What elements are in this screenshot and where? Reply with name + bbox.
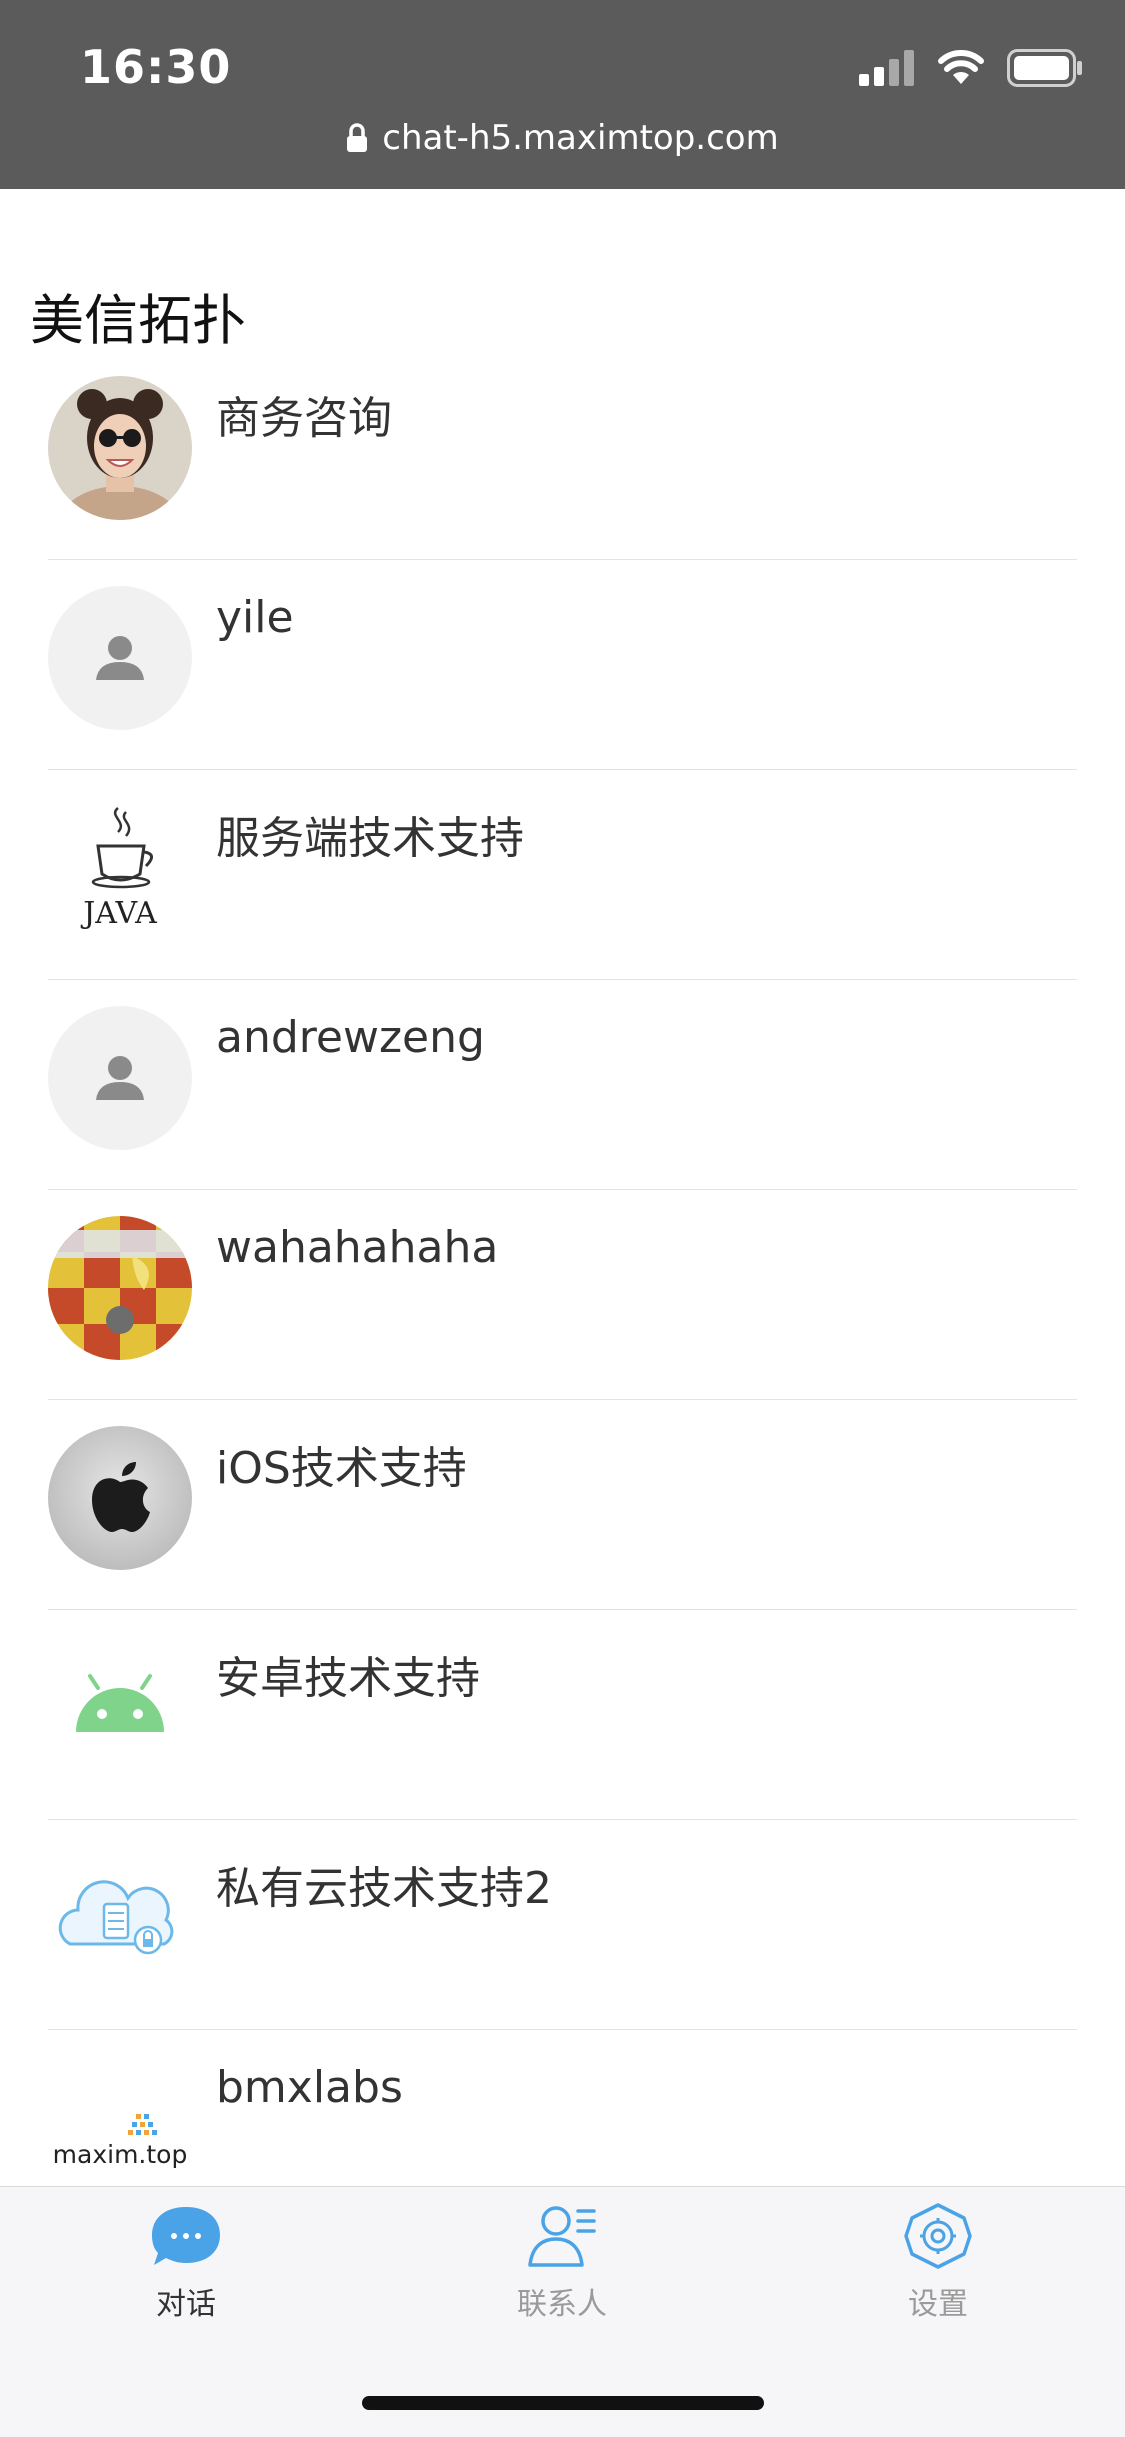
conversation-item[interactable]: 安卓技术支持 <box>0 1610 1125 1820</box>
java-logo-avatar: JAVA <box>48 796 192 940</box>
settings-gear-icon <box>838 2203 1038 2273</box>
page-title: 美信拓扑 <box>30 289 246 352</box>
lock-icon <box>346 118 382 158</box>
chat-bubble-icon <box>86 2203 286 2273</box>
status-icons <box>859 48 1083 92</box>
status-bar: 16:30 chat-h5.maximtop.com <box>0 0 1125 189</box>
url-bar[interactable]: chat-h5.maximtop.com <box>0 118 1125 158</box>
conversation-item[interactable]: yile <box>0 560 1125 770</box>
photo-avatar <box>48 1216 192 1360</box>
status-time: 16:30 <box>80 40 232 94</box>
contacts-icon <box>462 2203 662 2273</box>
cloud-logo-avatar <box>48 1846 192 1990</box>
conversation-item[interactable]: andrewzeng <box>0 980 1125 1190</box>
default-person-avatar <box>48 586 192 730</box>
android-logo-avatar <box>48 1636 192 1780</box>
tab-conversations[interactable]: 对话 <box>86 2203 286 2343</box>
apple-logo-avatar <box>48 1426 192 1570</box>
conversation-item[interactable]: 私有云技术支持2 <box>0 1820 1125 2030</box>
default-person-avatar <box>48 1006 192 1150</box>
home-indicator <box>362 2396 764 2410</box>
conversation-list[interactable]: 商务咨询 yile JAVA 服务端技术支持 andrewzeng wahaha… <box>0 350 1125 2186</box>
url-text: chat-h5.maximtop.com <box>382 118 779 158</box>
conversation-name: iOS技术支持 <box>216 1443 467 1494</box>
conversation-name: 安卓技术支持 <box>216 1653 480 1704</box>
conversation-item[interactable]: 商务咨询 <box>0 350 1125 560</box>
conversation-name: bmxlabs <box>216 2062 403 2113</box>
conversation-name: andrewzeng <box>216 1012 485 1063</box>
battery-icon <box>1007 49 1083 91</box>
photo-avatar <box>48 376 192 520</box>
conversation-name: wahahahaha <box>216 1222 499 1273</box>
conversation-name: 私有云技术支持2 <box>216 1863 552 1914</box>
signal-icon <box>859 50 915 90</box>
wifi-icon <box>937 50 985 90</box>
tab-settings[interactable]: 设置 <box>838 2203 1038 2343</box>
conversation-name: yile <box>216 592 294 643</box>
tab-label: 设置 <box>908 2287 968 2322</box>
conversation-name: 商务咨询 <box>216 393 392 444</box>
conversation-item[interactable]: iOS技术支持 <box>0 1400 1125 1610</box>
tab-label: 联系人 <box>517 2287 607 2322</box>
maxim-logo-text: maxim.top <box>52 2140 188 2169</box>
conversation-item[interactable]: maxim.top bmxlabs <box>0 2030 1125 2186</box>
conversation-name: 服务端技术支持 <box>216 813 524 864</box>
tab-label: 对话 <box>156 2287 216 2322</box>
tab-contacts[interactable]: 联系人 <box>462 2203 662 2343</box>
java-logo-text: JAVA <box>83 896 157 931</box>
maxim-logo-avatar: maxim.top <box>48 2056 192 2186</box>
conversation-item[interactable]: JAVA 服务端技术支持 <box>0 770 1125 980</box>
conversation-item[interactable]: wahahahaha <box>0 1190 1125 1400</box>
